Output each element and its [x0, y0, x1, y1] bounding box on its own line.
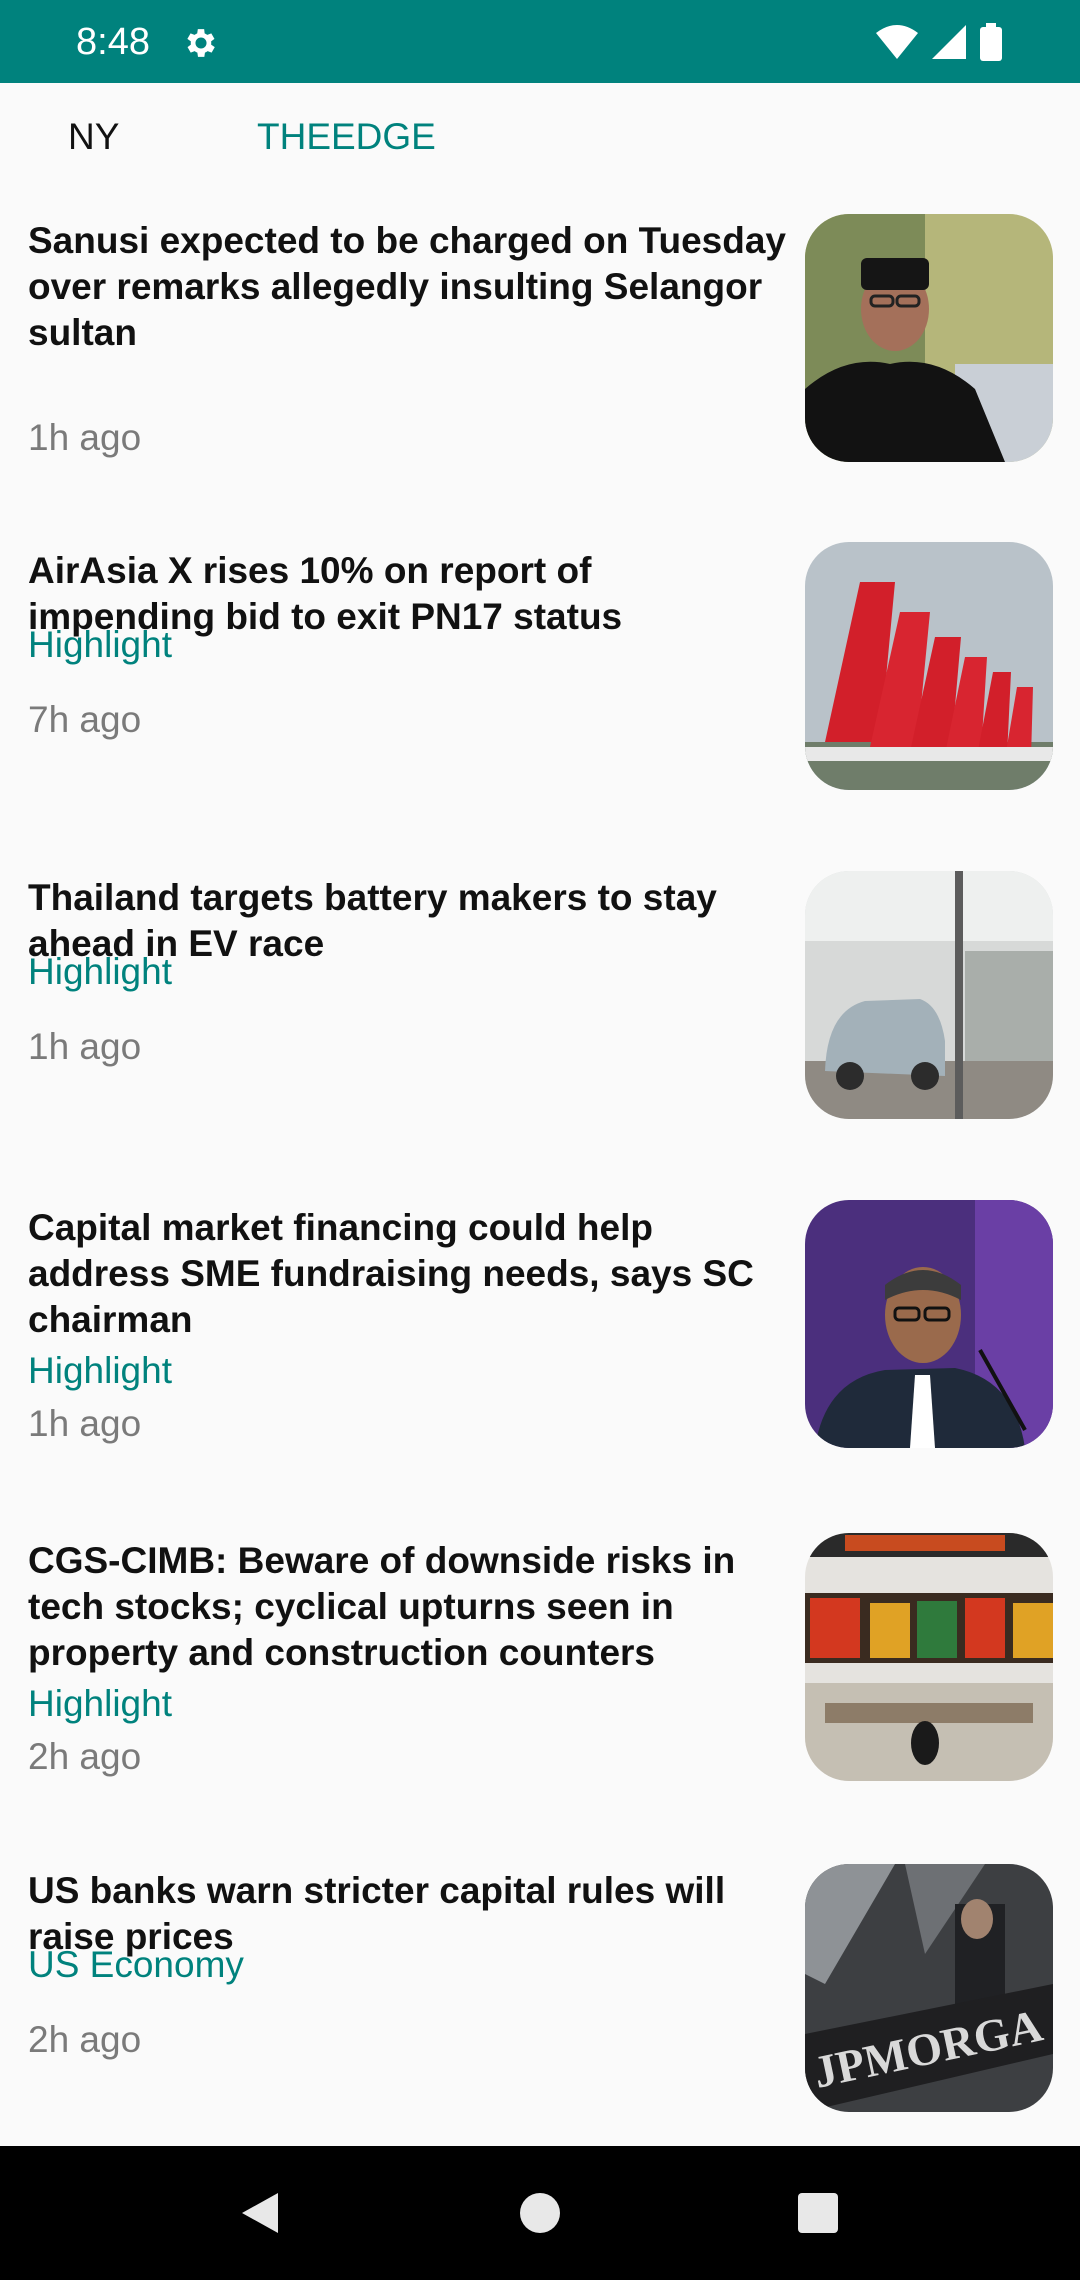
- article-title: CGS-CIMB: Beware of downside risks in te…: [28, 1540, 736, 1673]
- article-item[interactable]: Thailand targets battery makers to stay …: [0, 853, 1080, 1183]
- system-nav-bar: [0, 2146, 1080, 2280]
- news-photo: [805, 1200, 1053, 1448]
- news-photo: JPMORGA: [805, 1864, 1053, 2112]
- article-category: US Economy: [28, 1944, 244, 1985]
- article-thumbnail: [805, 214, 1053, 462]
- article-item[interactable]: US banks warn stricter capital rules wil…: [0, 1843, 1080, 2146]
- article-time: 1h ago: [28, 1403, 142, 1444]
- article-category: Highlight: [28, 1683, 172, 1724]
- article-item[interactable]: Sanusi expected to be charged on Tuesday…: [0, 193, 1080, 523]
- news-photo: [805, 542, 1053, 790]
- settings-gear-icon: [187, 29, 215, 57]
- article-thumbnail: [805, 871, 1053, 1119]
- article-time: 7h ago: [28, 699, 142, 740]
- article-item[interactable]: Capital market financing could help addr…: [0, 1183, 1080, 1513]
- article-time: 1h ago: [28, 1026, 142, 1067]
- source-tabs: NY THEEDGE: [0, 83, 1080, 193]
- tab-theedge[interactable]: THEEDGE: [257, 115, 436, 159]
- article-time: 1h ago: [28, 417, 142, 458]
- battery-icon: [980, 23, 1002, 61]
- article-title: Capital market financing could help addr…: [28, 1207, 754, 1340]
- article-item[interactable]: CGS-CIMB: Beware of downside risks in te…: [0, 1513, 1080, 1843]
- status-icons: [876, 22, 1002, 62]
- article-title: Sanusi expected to be charged on Tuesday…: [28, 220, 787, 353]
- article-thumbnail: [805, 542, 1053, 790]
- news-photo: [805, 871, 1053, 1119]
- news-photo: [805, 1533, 1053, 1781]
- back-icon[interactable]: [230, 2183, 290, 2243]
- news-photo: [805, 214, 1053, 462]
- article-thumbnail: [805, 1533, 1053, 1781]
- status-time: 8:48: [76, 21, 150, 63]
- article-category: Highlight: [28, 951, 172, 992]
- wifi-icon: [876, 25, 918, 59]
- news-feed[interactable]: Sanusi expected to be charged on Tuesday…: [0, 193, 1080, 2146]
- article-item[interactable]: AirAsia X rises 10% on report of impendi…: [0, 523, 1080, 853]
- home-icon[interactable]: [510, 2183, 570, 2243]
- recents-icon[interactable]: [788, 2183, 848, 2243]
- cell-signal-icon: [932, 25, 966, 59]
- article-time: 2h ago: [28, 2019, 142, 2060]
- article-time: 2h ago: [28, 1736, 142, 1777]
- article-thumbnail: [805, 1200, 1053, 1448]
- status-bar: 8:48: [0, 0, 1080, 83]
- tab-ny[interactable]: NY: [68, 115, 119, 159]
- article-category: Highlight: [28, 624, 172, 665]
- article-thumbnail: JPMORGA: [805, 1864, 1053, 2112]
- article-category: Highlight: [28, 1350, 172, 1391]
